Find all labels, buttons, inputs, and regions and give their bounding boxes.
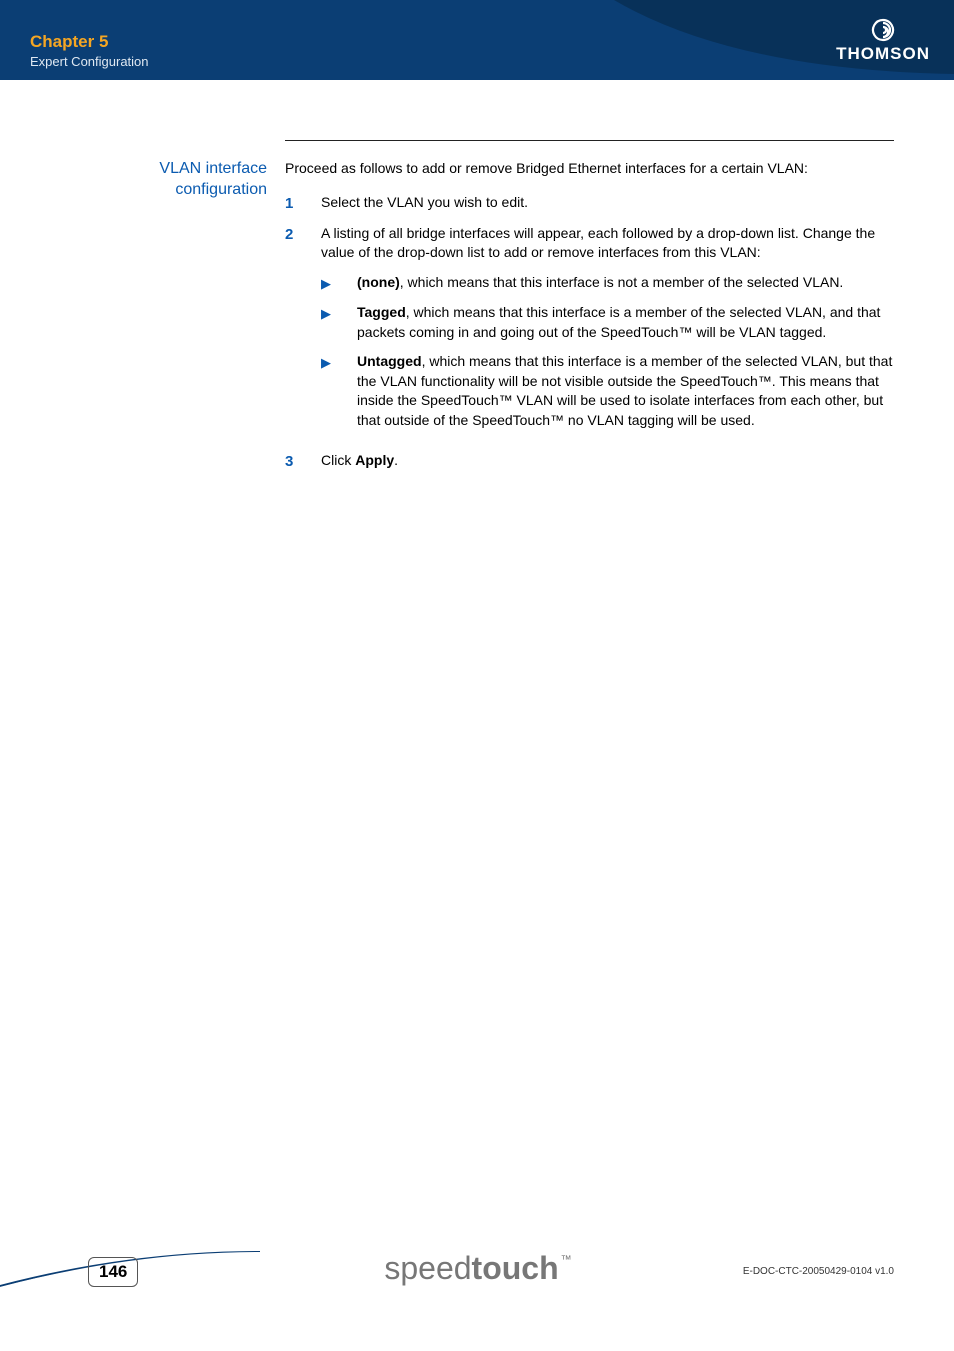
- chapter-title: Chapter 5: [30, 32, 149, 52]
- bullet-marker-icon: ▶: [321, 303, 357, 342]
- bullet-rest: , which means that this interface is a m…: [357, 353, 892, 428]
- header-bar: Chapter 5 Expert Configuration THOMSON: [0, 0, 954, 80]
- bullet-bold: (none): [357, 274, 400, 290]
- bullet-none: ▶ (none), which means that this interfac…: [321, 273, 894, 293]
- step-bold: Apply: [355, 452, 394, 468]
- step-number: 1: [285, 193, 321, 214]
- bullet-rest: , which means that this interface is not…: [400, 274, 844, 290]
- bullet-tagged: ▶ Tagged, which means that this interfac…: [321, 303, 894, 342]
- step-text: Select the VLAN you wish to edit.: [321, 193, 894, 214]
- section-rule: [285, 140, 894, 141]
- steps-list: 1 Select the VLAN you wish to edit. 2 A …: [285, 193, 894, 472]
- page-number: 146: [88, 1257, 138, 1287]
- step-text: A listing of all bridge interfaces will …: [321, 225, 875, 261]
- bullet-rest: , which means that this interface is a m…: [357, 304, 880, 340]
- content-area: VLAN interface configuration Proceed as …: [0, 140, 894, 482]
- chapter-subtitle: Expert Configuration: [30, 54, 149, 69]
- logo-tm: ™: [561, 1254, 572, 1266]
- bullet-untagged: ▶ Untagged, which means that this interf…: [321, 352, 894, 430]
- bullet-text: Tagged, which means that this interface …: [357, 303, 894, 342]
- step-2: 2 A listing of all bridge interfaces wil…: [285, 224, 894, 441]
- bullet-bold: Untagged: [357, 353, 422, 369]
- bullet-marker-icon: ▶: [321, 273, 357, 293]
- step-body: A listing of all bridge interfaces will …: [321, 224, 894, 441]
- bullet-list: ▶ (none), which means that this interfac…: [321, 273, 894, 431]
- step-3: 3 Click Apply.: [285, 451, 894, 472]
- bullet-text: (none), which means that this interface …: [357, 273, 894, 293]
- thomson-swirl-icon: [871, 18, 895, 42]
- side-label-line2: configuration: [175, 181, 267, 198]
- section-side-label: VLAN interface configuration: [0, 159, 285, 482]
- step-1: 1 Select the VLAN you wish to edit.: [285, 193, 894, 214]
- bullet-bold: Tagged: [357, 304, 406, 320]
- step-suffix: .: [394, 452, 398, 468]
- logo-light: speed: [384, 1250, 471, 1286]
- speedtouch-logo: speedtouch™: [384, 1250, 569, 1287]
- thomson-brand-text: THOMSON: [836, 44, 930, 64]
- step-number: 2: [285, 224, 321, 441]
- bullet-marker-icon: ▶: [321, 352, 357, 430]
- header-left: Chapter 5 Expert Configuration: [30, 32, 149, 69]
- logo-heavy: touch: [472, 1250, 559, 1286]
- bullet-text: Untagged, which means that this interfac…: [357, 352, 894, 430]
- step-text: Click Apply.: [321, 451, 894, 472]
- side-label-line1: VLAN interface: [159, 160, 267, 177]
- step-number: 3: [285, 451, 321, 472]
- footer: 146 speedtouch™ E-DOC-CTC-20050429-0104 …: [0, 1221, 954, 1311]
- step-prefix: Click: [321, 452, 355, 468]
- section-body: Proceed as follows to add or remove Brid…: [285, 159, 894, 482]
- thomson-logo: THOMSON: [836, 18, 930, 64]
- doc-reference: E-DOC-CTC-20050429-0104 v1.0: [743, 1266, 894, 1277]
- intro-text: Proceed as follows to add or remove Brid…: [285, 159, 894, 179]
